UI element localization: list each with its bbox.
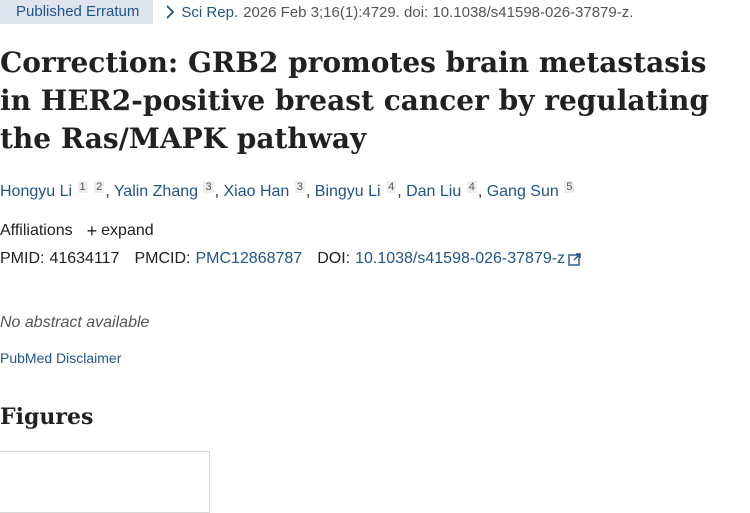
affiliation-ref[interactable]: 3 [203,181,214,193]
author-separator: , [477,183,487,200]
figure-thumbnail[interactable] [0,451,210,513]
article-title: Correction: GRB2 promotes brain metastas… [0,46,709,155]
expand-label: expand [101,222,154,239]
author-link[interactable]: Bingyu Li [315,183,381,200]
author-link[interactable]: Yalin Zhang [114,183,198,200]
article-identifiers: PMID: 41634117 PMCID: PMC12868787 DOI: 1… [0,250,581,268]
journal-link[interactable]: Sci Rep. [181,4,238,21]
citation-text: 2026 Feb 3;16(1):4729. doi: 10.1038/s415… [243,3,634,21]
author-separator: , [305,183,315,200]
pmcid-link[interactable]: PMC12868787 [195,250,302,268]
author-list: Hongyu Li 1 2, Yalin Zhang 3, Xiao Han 3… [0,181,575,201]
doi-label: DOI: [317,250,351,267]
author-link[interactable]: Dan Liu [406,183,461,200]
author-separator: , [105,183,114,200]
author-separator: , [397,183,407,200]
affiliation-ref[interactable]: 2 [94,181,105,193]
article-source-bar: Published Erratum Sci Rep. 2026 Feb 3;16… [0,0,633,24]
affiliations-toggle[interactable]: Affiliations + expand [0,222,154,240]
published-erratum-badge: Published Erratum [0,0,154,24]
citation-line: Sci Rep. 2026 Feb 3;16(1):4729. doi: 10.… [165,4,633,21]
affiliation-ref[interactable]: 3 [294,181,305,193]
pmid-label: PMID: [0,250,45,267]
affiliation-ref[interactable]: 1 [77,181,88,193]
author-link[interactable]: Xiao Han [223,183,289,200]
pubmed-disclaimer-link[interactable]: PubMed Disclaimer [0,350,121,366]
affiliation-ref[interactable]: 4 [466,181,477,193]
doi-link[interactable]: 10.1038/s41598-026-37879-z [355,250,565,268]
figures-heading: Figures [0,404,94,430]
pmcid-label: PMCID: [134,250,191,267]
affiliation-ref[interactable]: 4 [386,181,397,193]
external-link-icon[interactable] [568,252,581,266]
chevron-right-icon [166,5,175,19]
no-abstract-note: No abstract available [0,314,150,331]
plus-icon: + [86,221,98,241]
pmid-value: 41634117 [49,250,120,267]
affiliation-ref[interactable]: 5 [564,181,575,193]
author-link[interactable]: Gang Sun [487,183,559,200]
author-link[interactable]: Hongyu Li [0,183,72,200]
affiliations-label: Affiliations [0,222,73,239]
